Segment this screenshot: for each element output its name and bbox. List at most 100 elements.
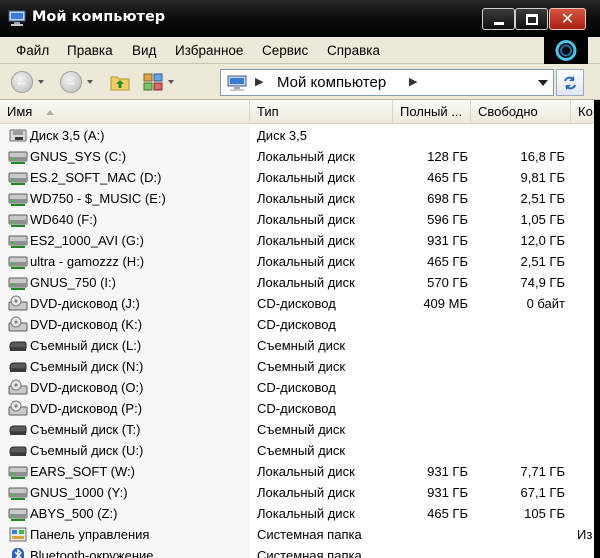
item-type: Системная папка — [257, 527, 362, 542]
item-name: Панель управления — [30, 527, 150, 542]
item-total-size: 931 ГБ — [427, 233, 468, 248]
list-item[interactable]: ES.2_SOFT_MAC (D:) Локальный диск 465 ГБ 9,… — [0, 167, 600, 188]
forward-button[interactable]: → — [60, 71, 82, 93]
column-header-total-size[interactable]: Полный ... — [393, 100, 471, 124]
toolbar: ← → ▶ Мой компьютер ▶ — [0, 64, 600, 100]
back-arrow-icon: ← — [15, 74, 29, 89]
windows-logo-icon — [544, 37, 588, 64]
list-item[interactable]: Диск 3,5 (A:) Диск 3,5 — [0, 125, 600, 146]
item-name: EARS_SOFT (W:) — [30, 464, 135, 479]
window-border — [594, 100, 600, 558]
folder-up-icon[interactable] — [110, 73, 130, 91]
item-total-size: 465 ГБ — [427, 170, 468, 185]
menu-view[interactable]: Вид — [132, 43, 156, 58]
menu-favorites[interactable]: Избранное — [175, 43, 243, 58]
minimize-button[interactable] — [482, 8, 515, 30]
item-total-size: 465 ГБ — [427, 254, 468, 269]
list-item[interactable]: WD640 (F:) Локальный диск 596 ГБ 1,05 ГБ — [0, 209, 600, 230]
address-bar[interactable]: ▶ Мой компьютер ▶ — [220, 69, 554, 96]
maximize-button[interactable] — [515, 8, 548, 30]
item-total-size: 698 ГБ — [427, 191, 468, 206]
views-icon[interactable] — [143, 73, 163, 91]
removable-drive-icon — [8, 442, 28, 459]
menu-help[interactable]: Справка — [327, 43, 380, 58]
list-item[interactable]: Съемный диск (N:) Съемный диск — [0, 356, 600, 377]
removable-drive-icon — [8, 421, 28, 438]
item-type: Локальный диск — [257, 149, 355, 164]
item-name: Съемный диск (T:) — [30, 422, 141, 437]
item-type: Локальный диск — [257, 170, 355, 185]
list-item[interactable]: WD750 - $_MUSIC (E:) Локальный диск 698 ГБ… — [0, 188, 600, 209]
forward-history-dropdown[interactable] — [87, 80, 93, 84]
menu-tools[interactable]: Сервис — [262, 43, 308, 58]
refresh-button[interactable] — [556, 69, 584, 96]
dvd-drive-icon — [8, 400, 28, 417]
address-dropdown-icon[interactable] — [538, 80, 548, 86]
item-total-size: 128 ГБ — [427, 149, 468, 164]
list-item[interactable]: Съемный диск (L:) Съемный диск — [0, 335, 600, 356]
item-type: CD-дисковод — [257, 296, 336, 311]
menu-edit[interactable]: Правка — [67, 43, 113, 58]
list-item[interactable]: ABYS_500 (Z:) Локальный диск 465 ГБ 105 ГБ — [0, 503, 600, 524]
item-name: GNUS_1000 (Y:) — [30, 485, 128, 500]
removable-drive-icon — [8, 337, 28, 354]
item-name: Диск 3,5 (A:) — [30, 128, 105, 143]
file-list: Имя Тип Полный ... Свободно Ко Диск 3,5 … — [0, 100, 600, 558]
list-item[interactable]: Bluetooth-окружение Системная папка — [0, 545, 600, 558]
item-type: Съемный диск — [257, 443, 346, 458]
column-header: Имя Тип Полный ... Свободно Ко — [0, 100, 600, 124]
list-item[interactable]: DVD-дисковод (K:) CD-дисковод — [0, 314, 600, 335]
hard-drive-icon — [8, 505, 28, 522]
views-dropdown[interactable] — [168, 80, 174, 84]
item-free-space: 67,1 ГБ — [520, 485, 565, 500]
item-type: Съемный диск — [257, 359, 346, 374]
list-item[interactable]: DVD-дисковод (J:) CD-дисковод 409 МБ 0 байт — [0, 293, 600, 314]
dvd-drive-icon — [8, 295, 28, 312]
hard-drive-icon — [8, 463, 28, 480]
item-type: Локальный диск — [257, 254, 355, 269]
list-item[interactable]: EARS_SOFT (W:) Локальный диск 931 ГБ 7,71 Г… — [0, 461, 600, 482]
menu-file[interactable]: Файл — [16, 43, 49, 58]
hard-drive-icon — [8, 211, 28, 228]
hard-drive-icon — [8, 274, 28, 291]
column-header-name[interactable]: Имя — [0, 100, 250, 124]
sort-ascending-icon — [46, 110, 54, 115]
item-type: CD-дисковод — [257, 317, 336, 332]
list-item[interactable]: GNUS_1000 (Y:) Локальный диск 931 ГБ 67,1 Г… — [0, 482, 600, 503]
dvd-drive-icon — [8, 379, 28, 396]
column-header-free-space[interactable]: Свободно — [471, 100, 571, 124]
back-history-dropdown[interactable] — [38, 80, 44, 84]
item-type: Локальный диск — [257, 233, 355, 248]
hard-drive-icon — [8, 148, 28, 165]
list-item[interactable]: Съемный диск (T:) Съемный диск — [0, 419, 600, 440]
item-type: Диск 3,5 — [257, 128, 307, 143]
item-type: CD-дисковод — [257, 380, 336, 395]
hard-drive-icon — [8, 169, 28, 186]
breadcrumb-separator-icon[interactable]: ▶ — [409, 75, 417, 88]
item-name: DVD-дисковод (O:) — [30, 380, 144, 395]
list-item[interactable]: Панель управления Системная папка Из — [0, 524, 600, 545]
address-text[interactable]: Мой компьютер — [277, 74, 386, 91]
item-type: Локальный диск — [257, 191, 355, 206]
list-item[interactable]: GNUS_750 (I:) Локальный диск 570 ГБ 74,9 ГБ — [0, 272, 600, 293]
column-header-type[interactable]: Тип — [250, 100, 393, 124]
item-free-space: 12,0 ГБ — [520, 233, 565, 248]
list-item[interactable]: DVD-дисковод (O:) CD-дисковод — [0, 377, 600, 398]
list-item[interactable]: ultra - gamozzz (H:) Локальный диск 465 ГБ… — [0, 251, 600, 272]
close-button[interactable]: ✕ — [549, 8, 586, 30]
item-total-size: 465 ГБ — [427, 506, 468, 521]
maximize-icon — [526, 14, 538, 25]
list-item[interactable]: ES2_1000_AVI (G:) Локальный диск 931 ГБ 12,… — [0, 230, 600, 251]
forward-arrow-icon: → — [64, 74, 78, 89]
back-button[interactable]: ← — [11, 71, 33, 93]
item-total-size: 931 ГБ — [427, 485, 468, 500]
item-name: GNUS_750 (I:) — [30, 275, 116, 290]
removable-drive-icon — [8, 358, 28, 375]
breadcrumb-separator-icon[interactable]: ▶ — [255, 75, 263, 88]
hard-drive-icon — [8, 232, 28, 249]
list-item[interactable]: GNUS_SYS (C:) Локальный диск 128 ГБ 16,8 ГБ — [0, 146, 600, 167]
list-item[interactable]: Съемный диск (U:) Съемный диск — [0, 440, 600, 461]
item-type: Локальный диск — [257, 506, 355, 521]
item-type: Съемный диск — [257, 422, 346, 437]
list-item[interactable]: DVD-дисковод (P:) CD-дисковод — [0, 398, 600, 419]
